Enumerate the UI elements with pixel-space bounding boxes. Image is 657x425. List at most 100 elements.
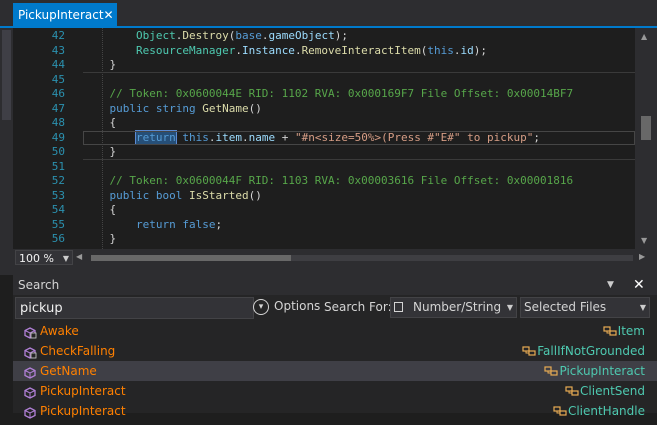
options-label[interactable]: Options [274,299,320,313]
options-button[interactable]: ▾ [252,298,274,318]
code-line[interactable]: 44 } [13,58,635,72]
scroll-right-icon[interactable]: ▶ [639,252,645,261]
code-token: { [83,116,117,129]
code-line[interactable]: 52 // Token: 0x0600044F RID: 1103 RVA: 0… [13,174,635,188]
document-tab[interactable]: PickupInteract ✕ [13,3,117,26]
search-for-label: Search For: [324,300,392,314]
line-number: 51 [51,159,65,173]
scroll-left-icon[interactable]: ◀ [76,252,82,261]
search-result-row[interactable]: PickupInteract ClientHandle [13,401,657,421]
scroll-down-icon[interactable]: ▼ [641,236,647,245]
code-line[interactable]: 51 [13,160,635,174]
scroll-up-icon[interactable]: ▲ [641,32,647,41]
code-text: // Token: 0x0600044F RID: 1103 RVA: 0x00… [83,174,573,188]
vertical-scroll-thumb[interactable] [641,116,651,140]
search-scope-select[interactable]: Selected Files ▼ [520,297,650,318]
result-type-name: FallIfNotGrounded [537,344,645,358]
code-line[interactable]: 53 public bool IsStarted() [13,189,635,203]
vertical-scrollbar[interactable]: ▲ ▼ [635,28,657,249]
code-token: public [109,188,150,202]
code-line[interactable]: 56 } [13,232,635,246]
line-number: 55 [51,217,65,231]
line-number: 45 [51,72,65,86]
search-result-row[interactable]: Awake Item [13,321,657,341]
code-line[interactable]: 46 // Token: 0x0600044E RID: 1102 RVA: 0… [13,87,635,101]
horizontal-scroll-thumb[interactable] [91,255,291,261]
chevron-down-circle-icon: ▾ [253,299,269,315]
line-number: 48 [51,116,65,129]
search-scope-value: Selected Files [524,300,607,314]
code-editor[interactable]: 42 Object.Destroy(base.gameObject); 43 Re… [13,28,635,249]
search-for-select[interactable]: Number/String ▼ [390,297,517,318]
code-line[interactable]: 50 } [13,145,635,159]
zoom-value: 100 % [19,252,54,265]
panel-menu-icon[interactable]: ▼ [607,275,614,295]
code-token: ); [334,29,348,42]
code-token: { [83,203,117,216]
result-declaring-type: FallIfNotGrounded [522,341,645,361]
code-token: Destroy [182,29,229,42]
code-text: } [83,232,116,246]
code-line[interactable]: 55 return false; [13,218,635,232]
code-token: // Token: 0x0600044E RID: 1102 RVA: 0x00… [83,87,574,100]
document-tab-strip: PickupInteract ✕ [0,0,657,28]
code-token: IsStarted [189,188,249,202]
code-line[interactable]: 48 { [13,116,635,130]
code-text: // Token: 0x0600044E RID: 1102 RVA: 0x00… [83,87,573,101]
code-token: return [135,217,176,231]
result-declaring-type: Item [603,321,645,341]
code-line[interactable]: 54 { [13,203,635,217]
line-number: 44 [51,58,65,71]
code-line[interactable]: 45 [13,73,635,87]
chevron-down-icon: ▼ [62,254,69,263]
result-declaring-type: ClientSend [565,381,645,401]
search-input[interactable] [15,297,254,319]
code-line[interactable]: 43 ResourceManager.Instance.RemoveIntera… [13,44,635,58]
horizontal-scrollbar[interactable] [91,255,633,261]
result-type-name: PickupInteract [559,364,645,378]
result-member-name: CheckFalling [40,344,116,358]
search-result-row[interactable]: GetName PickupInteract [13,361,657,381]
code-token: bool [155,188,183,202]
code-token: public [109,101,150,115]
method-icon [23,385,37,399]
result-type-name: ClientHandle [567,404,645,418]
class-icon [565,382,579,396]
code-line[interactable]: 42 Object.Destroy(base.gameObject); [13,29,635,43]
result-member-name: PickupInteract [40,384,126,398]
code-line[interactable]: 47 public string GetName() [13,102,635,116]
result-member-name: GetName [40,364,97,378]
code-token: ResourceManager [135,43,236,57]
code-token: } [83,145,117,158]
tab-close-icon[interactable]: ✕ [104,8,114,22]
search-result-row[interactable]: PickupInteract ClientSend [13,381,657,401]
code-token: . [235,43,242,57]
line-number: 49 [51,130,65,144]
line-number: 52 [51,174,65,187]
code-text: { [83,203,116,217]
code-text: ResourceManager.Instance.RemoveInteractI… [83,44,487,58]
code-token: ); [473,43,488,57]
code-text: } [83,145,116,159]
code-token: base [235,29,262,42]
code-token: ; [215,217,223,231]
line-number: 50 [51,145,65,158]
code-token: } [83,58,117,71]
zoom-select[interactable]: 100 % ▼ [15,250,73,265]
panel-splitter[interactable] [0,267,657,275]
result-type-name: ClientSend [580,384,645,398]
line-number: 56 [51,232,65,245]
private-method-icon [23,325,37,339]
search-panel-title: Search [18,278,60,292]
code-text: { [83,116,116,130]
line-number: 42 [51,29,65,42]
current-line-highlight [83,130,635,145]
method-separator [83,71,635,73]
search-result-row[interactable]: CheckFalling FallIfNotGrounded [13,341,657,361]
method-icon [23,365,37,379]
close-icon[interactable]: ✕ [633,275,645,295]
